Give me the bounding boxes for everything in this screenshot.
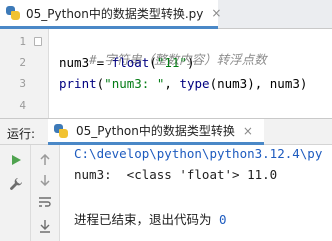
code-token: ): [186, 55, 195, 70]
console-command-path[interactable]: C:\develop\python\python3.12.4\py: [74, 146, 322, 161]
python-run-icon: [53, 123, 69, 139]
exit-code: 0: [219, 212, 227, 227]
editor-tab[interactable]: 05_Python中的数据类型转换.py ×: [0, 0, 221, 29]
code-token: (: [149, 55, 157, 70]
scroll-to-end-icon[interactable]: [34, 215, 56, 237]
run-panel: C:\develop\python\python3.12.4\py num3: …: [0, 145, 332, 241]
line-number: 2: [19, 56, 26, 69]
code-token: num3 =: [59, 55, 112, 70]
wrench-icon[interactable]: [5, 173, 27, 195]
editor-tab-label: 05_Python中的数据类型转换.py: [26, 6, 204, 21]
editor-tab-bar: 05_Python中的数据类型转换.py ×: [0, 0, 332, 29]
scroll-up-icon[interactable]: [34, 149, 56, 171]
run-toolbar: [0, 145, 31, 241]
console-output: num3: <class 'float'> 11.0: [74, 167, 278, 182]
code-string: "11": [156, 55, 187, 70]
line-number: 1: [19, 35, 26, 48]
code-token: type: [179, 76, 210, 91]
console-exit-message: 进程已结束，退出代码为 0: [74, 209, 227, 228]
close-tab-icon[interactable]: ×: [211, 6, 221, 20]
run-tab-label: 05_Python中的数据类型转换: [76, 124, 235, 138]
code-token: ,: [164, 76, 180, 91]
rerun-icon[interactable]: [5, 149, 27, 171]
code-token: (num3), num3): [209, 76, 308, 91]
code-line-2: num3 = float("11"): [59, 55, 195, 70]
code-line-3: print("num3: ", type(num3), num3): [59, 76, 307, 91]
run-title: 运行:: [7, 127, 36, 141]
code-token: print: [59, 76, 97, 91]
fold-marker-icon[interactable]: [34, 37, 42, 46]
code-string: "num3: ": [104, 76, 165, 91]
code-token: float: [111, 55, 150, 70]
run-tool-header: 运行: 05_Python中的数据类型转换 ×: [0, 118, 332, 145]
soft-wrap-icon[interactable]: [34, 191, 56, 213]
run-config-tab[interactable]: 05_Python中的数据类型转换 ×: [48, 119, 264, 145]
line-number: 4: [19, 99, 26, 112]
scroll-down-icon[interactable]: [34, 169, 56, 191]
python-file-icon: [5, 5, 21, 21]
exit-text: 进程已结束，退出代码为: [74, 212, 220, 227]
console-toolbar: [31, 145, 60, 241]
line-number-gutter: 1 2 3 4: [0, 29, 49, 118]
line-number: 3: [19, 77, 26, 90]
close-run-tab-icon[interactable]: ×: [243, 124, 253, 138]
code-editor[interactable]: 1 2 3 4 # 字符串（整数内容）转浮点数 num3 = float("11…: [0, 29, 332, 118]
